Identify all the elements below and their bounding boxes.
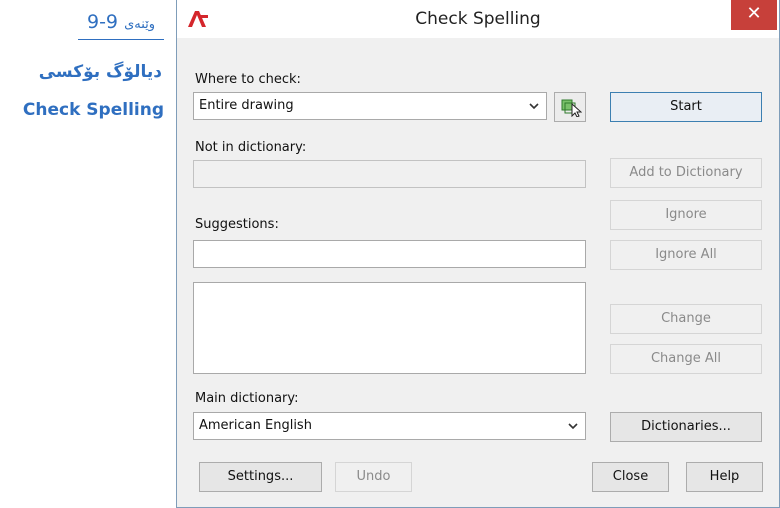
select-objects-button[interactable] (554, 92, 586, 122)
ignore-all-button[interactable]: Ignore All (610, 240, 762, 270)
figure-number: وێنەی 9-9 (78, 10, 164, 40)
suggestions-list[interactable] (193, 282, 586, 374)
change-button[interactable]: Change (610, 304, 762, 334)
dictionaries-button[interactable]: Dictionaries... (610, 412, 762, 442)
figure-word: وێنەی (124, 17, 156, 32)
not-in-dictionary-field[interactable] (193, 160, 586, 188)
close-window-button[interactable]: ✕ (731, 0, 777, 30)
chevron-down-icon (526, 97, 542, 115)
not-in-dictionary-label: Not in dictionary: (195, 140, 307, 155)
ignore-button[interactable]: Ignore (610, 200, 762, 230)
figure-number-value: 9-9 (86, 11, 119, 33)
suggestion-input[interactable] (193, 240, 586, 268)
check-spelling-dialog: Check Spelling ✕ Where to check: Entire … (176, 0, 780, 508)
title-bar[interactable]: Check Spelling ✕ (177, 0, 779, 38)
where-to-check-value: Entire drawing (199, 98, 294, 113)
close-button[interactable]: Close (592, 462, 669, 492)
main-dictionary-label: Main dictionary: (195, 391, 299, 406)
add-to-dictionary-button[interactable]: Add to Dictionary (610, 158, 762, 188)
change-all-button[interactable]: Change All (610, 344, 762, 374)
help-button[interactable]: Help (686, 462, 763, 492)
main-dictionary-value: American English (199, 418, 312, 433)
settings-button[interactable]: Settings... (199, 462, 322, 492)
window-title: Check Spelling (415, 9, 541, 29)
undo-button[interactable]: Undo (335, 462, 412, 492)
where-to-check-label: Where to check: (195, 72, 301, 87)
start-button[interactable]: Start (610, 92, 762, 122)
suggestions-label: Suggestions: (195, 217, 279, 232)
caption-line-2: Check Spelling (22, 100, 164, 120)
select-objects-icon (560, 97, 583, 121)
chevron-down-icon (565, 417, 581, 435)
caption-line-1: دیالۆگ بۆکسی (38, 62, 162, 82)
where-to-check-select[interactable]: Entire drawing (193, 92, 547, 120)
main-dictionary-select[interactable]: American English (193, 412, 586, 440)
